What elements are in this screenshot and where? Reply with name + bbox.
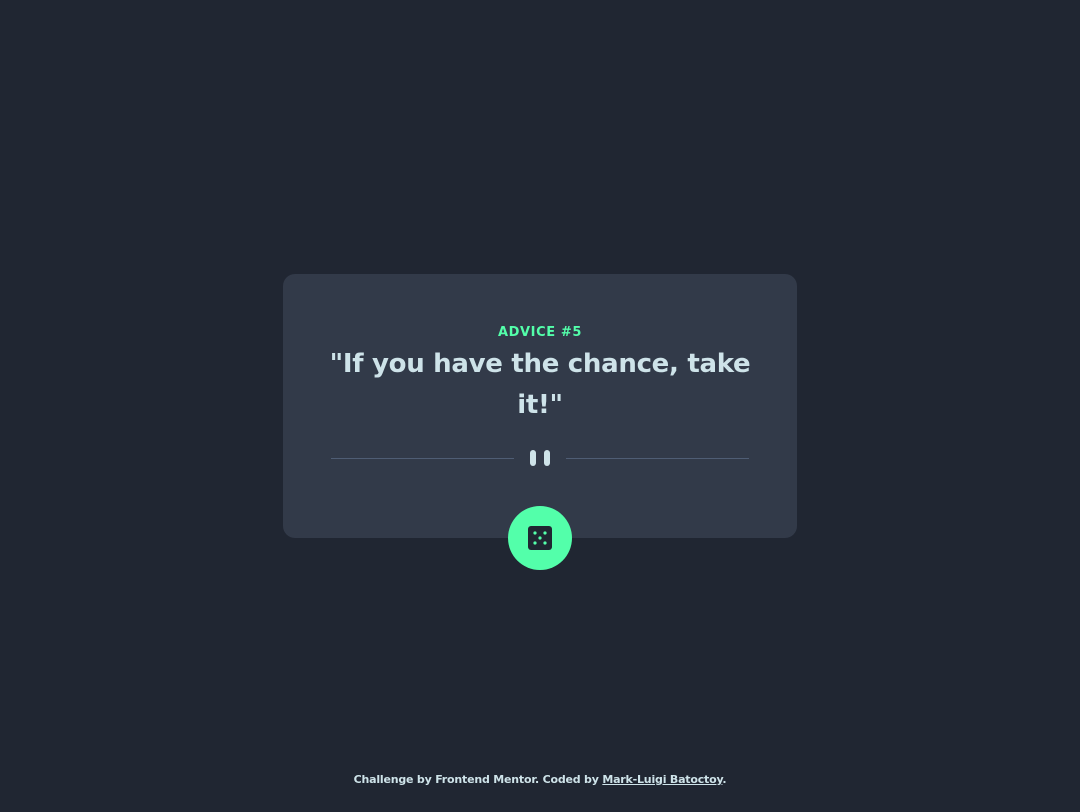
advice-number: ADVICE #5 [497, 325, 583, 340]
divider-pause-bar-left [530, 450, 536, 466]
advice-card: ADVICE #5 "If you have the chance, take … [283, 274, 797, 538]
divider-line-left [331, 458, 514, 459]
pattern-divider [331, 449, 749, 467]
advice-quote: "If you have the chance, take it!" [329, 349, 751, 420]
divider-line-right [566, 458, 749, 459]
attribution-suffix: . [722, 773, 727, 786]
attribution-footer: Challenge by Frontend Mentor. Coded by M… [0, 773, 1080, 786]
attribution-prefix: Challenge by Frontend Mentor. Coded by [353, 773, 603, 786]
divider-pause-bar-right [544, 450, 550, 466]
author-link[interactable]: Mark-Luigi Batoctoy [602, 773, 722, 786]
dice-icon [528, 526, 552, 550]
new-advice-button[interactable] [508, 506, 572, 570]
